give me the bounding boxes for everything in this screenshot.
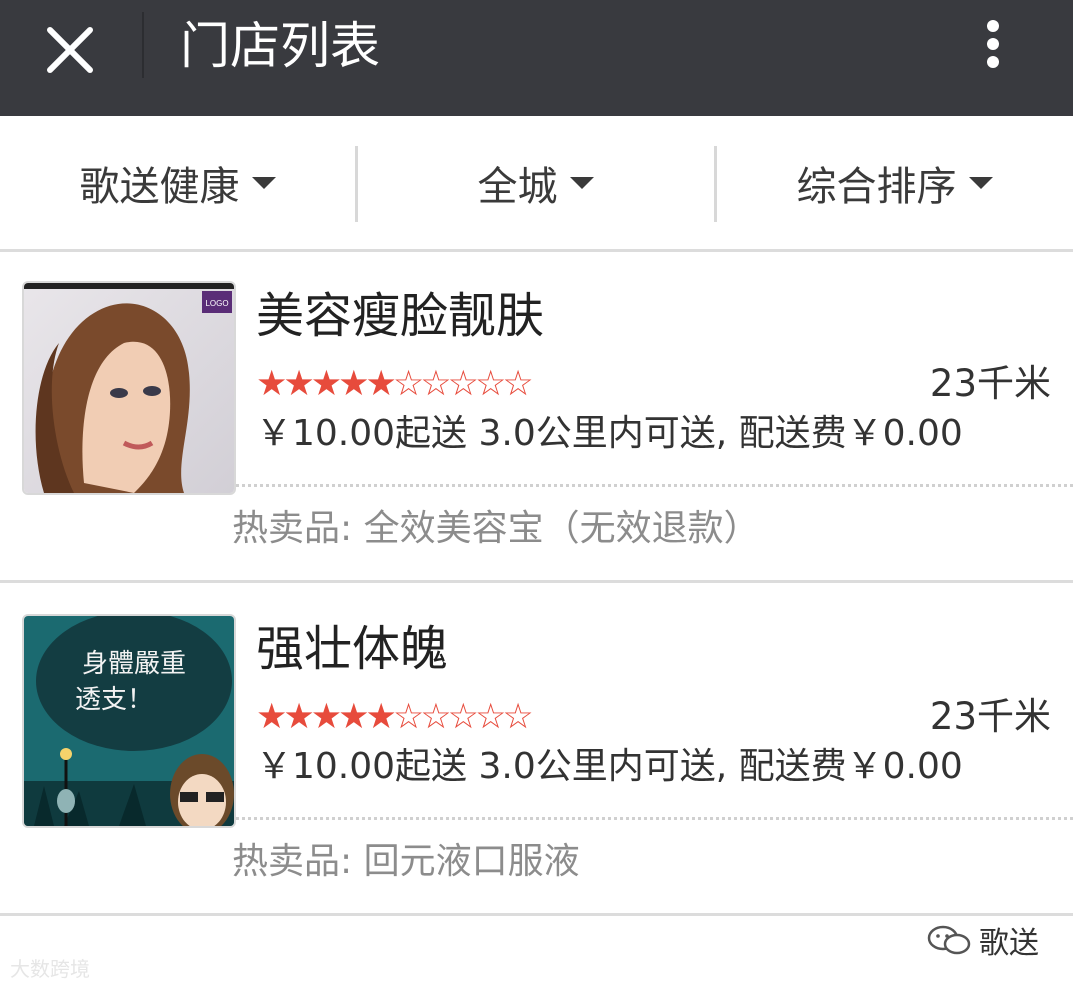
- store-name: 强壮体魄: [256, 621, 449, 677]
- top-bar: 门店列表: [0, 0, 1073, 116]
- watermark-left: 大数跨境: [10, 957, 90, 981]
- close-icon: [47, 27, 93, 73]
- store-distance: 23千米: [929, 695, 1051, 738]
- woman-portrait-image: LOGO: [24, 283, 234, 493]
- caret-down-icon: [968, 176, 993, 189]
- dotted-divider: [236, 817, 1073, 820]
- logo-text: LOGO: [205, 299, 228, 308]
- caret-down-icon: [251, 176, 276, 189]
- filter-sort-label: 综合排序: [796, 163, 957, 210]
- wechat-icon: [927, 925, 971, 955]
- more-dots-icon: [987, 20, 999, 32]
- close-button[interactable]: [38, 18, 102, 82]
- watermark-right-text: 歌送: [979, 926, 1039, 961]
- stars-empty: ☆☆☆☆☆: [392, 697, 534, 737]
- cartoon-image: 身體嚴重 透支！: [24, 616, 234, 826]
- dotted-divider: [236, 484, 1073, 487]
- hot-item: 热卖品: 回元液口服液: [232, 841, 580, 882]
- watermark-right: 歌送: [927, 918, 1039, 962]
- stars-filled: ★★★★★: [256, 697, 397, 737]
- page-title: 门店列表: [180, 17, 380, 75]
- stars-empty: ☆☆☆☆☆: [392, 364, 534, 404]
- hot-item: 热卖品: 全效美容宝（无效退款）: [232, 508, 760, 549]
- store-list-item[interactable]: 身體嚴重 透支！ 强壮体魄 ★★★★★☆☆☆☆☆ 23千米 ￥10.00起送 3…: [0, 585, 1073, 916]
- store-thumbnail: LOGO: [22, 281, 236, 495]
- star-rating: ★★★★★☆☆☆☆☆: [256, 697, 534, 737]
- star-rating: ★★★★★☆☆☆☆☆: [256, 364, 534, 404]
- filter-sort[interactable]: 综合排序: [716, 116, 1073, 249]
- thumb-text-2: 透支！: [75, 685, 153, 715]
- store-list-item[interactable]: LOGO 美容瘦脸靓肤 ★★★★★☆☆☆☆☆ 23千米 ￥10.00起送 3.0…: [0, 252, 1073, 583]
- store-distance: 23千米: [929, 362, 1051, 405]
- filter-area-label: 全城: [477, 163, 558, 210]
- topbar-divider: [142, 12, 144, 78]
- delivery-info: ￥10.00起送 3.0公里内可送, 配送费￥0.00: [256, 746, 963, 787]
- more-menu-button[interactable]: [975, 14, 1011, 74]
- filter-category[interactable]: 歌送健康: [0, 116, 355, 249]
- filter-bar: 歌送健康 全城 综合排序: [0, 116, 1073, 252]
- store-name: 美容瘦脸靓肤: [256, 288, 545, 344]
- caret-down-icon: [569, 176, 594, 189]
- filter-category-label: 歌送健康: [79, 163, 240, 210]
- stars-filled: ★★★★★: [256, 364, 397, 404]
- thumb-text-1: 身體嚴重: [82, 649, 186, 679]
- delivery-info: ￥10.00起送 3.0公里内可送, 配送费￥0.00: [256, 413, 963, 454]
- filter-area[interactable]: 全城: [357, 116, 714, 249]
- store-thumbnail: 身體嚴重 透支！: [22, 614, 236, 828]
